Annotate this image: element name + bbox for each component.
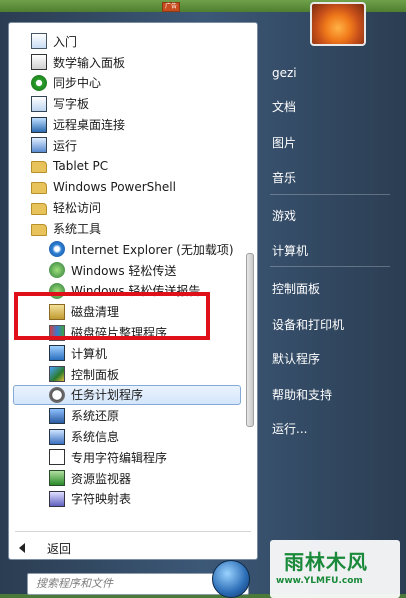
program-label: 系统工具	[53, 222, 102, 237]
program-item[interactable]: 系统信息	[9, 426, 245, 447]
right-item-control-panel[interactable]: 控制面板	[272, 280, 320, 297]
program-label: 运行	[53, 138, 78, 153]
program-label: 字符映射表	[71, 492, 132, 507]
program-item[interactable]: 写字板	[9, 93, 245, 114]
program-label: 同步中心	[53, 76, 102, 91]
windows-start-orb-icon[interactable]	[212, 560, 250, 598]
math-input-icon	[31, 54, 47, 71]
task-scheduler-icon	[49, 386, 65, 403]
watermark-logo: 雨林木风 www.YLMFU.com	[270, 540, 400, 598]
right-user-name[interactable]: gezi	[272, 66, 297, 80]
program-label: Internet Explorer (无加载项)	[71, 242, 234, 257]
program-item[interactable]: 计算机	[9, 343, 245, 364]
char-editor-icon	[49, 449, 65, 466]
program-item[interactable]: 系统还原	[9, 405, 245, 426]
program-item[interactable]: 任务计划程序	[13, 384, 241, 406]
back-arrow-icon	[19, 543, 25, 553]
right-divider	[270, 194, 390, 195]
start-menu: 入门数学输入面板 同步中心写字板远程桌面连接 运行 Tablet PC Windows …	[0, 2, 406, 598]
programs-pane: 入门数学输入面板 同步中心写字板远程桌面连接 运行 Tablet PC Windows …	[8, 22, 258, 595]
program-label: 写字板	[53, 97, 90, 112]
program-label: 轻松访问	[53, 201, 102, 216]
programs-scrollbar[interactable]	[245, 31, 255, 431]
right-item-games[interactable]: 游戏	[272, 207, 296, 224]
sync-center-icon	[31, 74, 47, 91]
easy-transfer-icon	[49, 262, 65, 279]
program-list: 入门数学输入面板 同步中心写字板远程桌面连接 运行 Tablet PC Windows …	[9, 31, 245, 509]
program-label: Tablet PC	[53, 159, 109, 174]
help-doc-icon	[31, 33, 47, 50]
program-item[interactable]: 控制面板	[9, 364, 245, 385]
program-item[interactable]: 运行	[9, 135, 245, 156]
right-item-computer[interactable]: 计算机	[272, 242, 308, 259]
computer-icon	[49, 345, 65, 362]
program-item[interactable]: 轻松访问	[9, 197, 245, 218]
watermark-url: www.YLMFU.com	[276, 576, 363, 586]
program-item[interactable]: Internet Explorer (无加载项)	[9, 239, 245, 260]
top-badge: 广告	[162, 2, 180, 12]
right-item-documents[interactable]: 文档	[272, 98, 296, 115]
program-item[interactable]: Windows PowerShell	[9, 177, 245, 198]
program-item[interactable]: 同步中心	[9, 73, 245, 94]
program-item[interactable]: 资源监视器	[9, 468, 245, 489]
program-label: 远程桌面连接	[53, 118, 126, 133]
divider	[15, 531, 251, 532]
folder-icon	[31, 181, 47, 194]
program-label: 系统信息	[71, 430, 120, 445]
program-item[interactable]: 专用字符编辑程序	[9, 447, 245, 468]
ie-icon	[49, 241, 65, 258]
user-avatar-icon[interactable]	[310, 2, 366, 46]
program-label: 计算机	[71, 346, 108, 361]
program-item[interactable]: 入门	[9, 31, 245, 52]
folder-icon	[31, 223, 47, 236]
right-divider	[270, 266, 390, 267]
wordpad-icon	[31, 95, 47, 112]
program-label: 控制面板	[71, 367, 120, 382]
system-info-icon	[49, 428, 65, 445]
char-map-icon	[49, 490, 65, 507]
resource-monitor-icon	[49, 470, 65, 487]
program-label: Windows PowerShell	[53, 179, 176, 194]
system-restore-icon	[49, 407, 65, 424]
program-label: Windows 轻松传送	[71, 263, 177, 278]
folder-icon	[31, 161, 47, 174]
program-item[interactable]: 字符映射表	[9, 489, 245, 510]
right-item-devices-printers[interactable]: 设备和打印机	[272, 316, 344, 333]
back-button[interactable]: 返回	[19, 537, 71, 559]
watermark-title: 雨林木风	[284, 550, 368, 574]
remote-desktop-icon	[31, 116, 47, 133]
program-item[interactable]: Windows 轻松传送	[9, 260, 245, 281]
program-label: 数学输入面板	[53, 55, 126, 70]
program-label: 资源监视器	[71, 471, 132, 486]
program-item[interactable]: Tablet PC	[9, 156, 245, 177]
right-pane: gezi 文档 图片 音乐 游戏 计算机 控制面板 设备和打印机 默认程序 帮助…	[262, 2, 406, 594]
program-label: 系统还原	[71, 409, 120, 424]
folder-icon	[31, 202, 47, 215]
right-item-default-programs[interactable]: 默认程序	[272, 350, 320, 367]
program-label: 入门	[53, 34, 78, 49]
control-panel-icon	[49, 366, 65, 383]
back-label: 返回	[47, 541, 72, 556]
program-item[interactable]: 系统工具	[9, 218, 245, 239]
program-label: 任务计划程序	[71, 388, 144, 403]
scroll-thumb[interactable]	[246, 253, 254, 427]
program-item[interactable]: 远程桌面连接	[9, 114, 245, 135]
program-label: 专用字符编辑程序	[71, 450, 168, 465]
right-item-help[interactable]: 帮助和支持	[272, 386, 332, 403]
right-item-run[interactable]: 运行...	[272, 420, 307, 437]
program-item[interactable]: 数学输入面板	[9, 52, 245, 73]
highlight-box	[14, 292, 210, 340]
right-item-music[interactable]: 音乐	[272, 169, 296, 186]
right-item-pictures[interactable]: 图片	[272, 134, 296, 151]
run-icon	[31, 137, 47, 154]
